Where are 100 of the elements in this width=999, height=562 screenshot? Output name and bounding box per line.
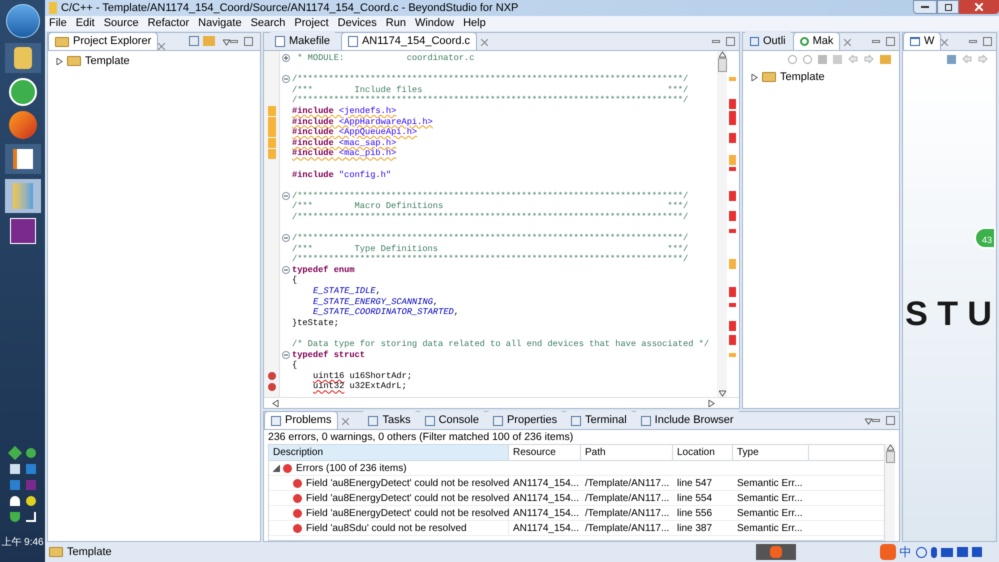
table-cell[interactable]: line 387 (673, 520, 733, 536)
minimize-button[interactable] (913, 0, 937, 14)
close-icon[interactable] (481, 39, 488, 46)
collapse-icon[interactable] (282, 234, 290, 242)
pane-tab[interactable]: W (903, 32, 942, 50)
emoji-icon[interactable] (916, 546, 927, 558)
menu-item[interactable]: Source (104, 15, 139, 32)
table-cell[interactable]: line 554 (673, 490, 733, 506)
clock[interactable]: 上午 9:46 (1, 535, 44, 550)
browser-icon[interactable] (8, 111, 36, 139)
pane-tab[interactable]: AN1174_154_Coord.c (340, 32, 478, 50)
table-cell[interactable]: Field 'au8Sdu' could not be resolved (306, 520, 467, 536)
view-menu-icon[interactable] (223, 39, 230, 46)
minimize-icon[interactable] (230, 40, 238, 43)
expand-icon[interactable] (282, 54, 290, 62)
menu-item[interactable]: Project (294, 15, 329, 32)
scroll-up-icon[interactable] (886, 444, 894, 451)
scroll-right-icon[interactable] (708, 400, 715, 406)
app-icon[interactable] (4, 144, 40, 174)
folder-icon[interactable] (4, 43, 40, 73)
restore-button[interactable] (937, 0, 959, 14)
close-button[interactable] (959, 0, 999, 14)
collapse-icon[interactable] (282, 266, 290, 274)
pane-tab[interactable]: Makefile (268, 32, 337, 50)
menu-item[interactable]: File (49, 15, 67, 32)
collapse-icon[interactable] (282, 75, 290, 84)
close-icon[interactable] (844, 39, 852, 46)
scroll-up-icon[interactable] (718, 51, 726, 58)
ime-logo-icon[interactable] (880, 544, 896, 560)
table-cell[interactable]: AN1174_154... (509, 520, 581, 536)
maximize-icon[interactable] (726, 37, 735, 46)
table-cell[interactable]: line 547 (673, 476, 733, 490)
scroll-left-icon[interactable] (272, 400, 279, 406)
table-cell[interactable]: Field 'au8EnergyDetect' could not be resolved (306, 476, 510, 490)
collapse-all-icon[interactable] (189, 36, 200, 46)
table-cell[interactable]: line 556 (673, 506, 733, 520)
tree-item[interactable]: Template (85, 52, 130, 70)
scrollbar-thumb[interactable] (886, 451, 894, 463)
expand-arrow-icon[interactable] (751, 74, 758, 80)
menu-item[interactable]: Edit (76, 15, 95, 32)
pane-tab[interactable]: Include Browser (634, 411, 741, 429)
minimize-icon[interactable] (872, 419, 880, 422)
collapse-icon[interactable] (282, 192, 290, 200)
close-icon[interactable] (342, 418, 350, 425)
column-header[interactable]: Resource (509, 445, 581, 460)
pane-tab[interactable]: Properties (486, 411, 564, 429)
shield-icon[interactable] (10, 512, 20, 522)
scroll-down-icon[interactable] (718, 390, 726, 397)
ime-language[interactable]: 中 (900, 543, 912, 561)
maximize-icon[interactable] (244, 37, 254, 46)
scrollbar-thumb[interactable] (718, 58, 726, 72)
minimize-icon[interactable] (969, 40, 977, 43)
pane-tab[interactable]: Tasks (361, 411, 418, 429)
close-icon[interactable] (941, 39, 948, 46)
menu-item[interactable]: Navigate (198, 15, 242, 32)
view-menu-icon[interactable] (865, 418, 872, 425)
close-icon (975, 3, 983, 11)
table-cell[interactable]: /Template/AN117... (581, 490, 673, 506)
table-cell[interactable]: AN1174_154... (509, 490, 581, 506)
maximize-icon[interactable] (983, 37, 992, 46)
pane-tab[interactable]: Terminal (564, 411, 634, 429)
minimize-icon[interactable] (872, 40, 880, 43)
column-header[interactable]: Path (581, 445, 673, 460)
table-cell[interactable]: Semantic Err... (733, 476, 809, 490)
menu-item[interactable]: Devices (338, 15, 377, 32)
table-cell[interactable]: AN1174_154... (509, 506, 581, 520)
table-cell[interactable]: /Template/AN117... (581, 476, 673, 490)
menu-item[interactable]: Window (414, 15, 454, 32)
table-cell[interactable]: /Template/AN117... (581, 506, 673, 520)
start-orb-icon[interactable] (6, 4, 40, 38)
code-line: E_STATE_ENERGY_SCANNING, (312, 296, 438, 308)
tree-item[interactable]: Template (780, 68, 825, 86)
pane-tab[interactable]: Project Explorer (48, 32, 158, 50)
table-cell[interactable]: Semantic Err... (733, 490, 809, 506)
column-header[interactable]: Location (673, 445, 733, 460)
pane-tab[interactable]: Problems (264, 411, 338, 429)
table-cell[interactable]: Semantic Err... (733, 520, 809, 536)
maximize-icon[interactable] (886, 416, 895, 425)
table-cell[interactable]: Field 'au8EnergyDetect' could not be resolved (306, 490, 510, 506)
close-icon[interactable] (158, 43, 166, 50)
table-cell[interactable]: /Template/AN117... (581, 520, 673, 536)
group-label[interactable]: Errors (100 of 236 items) (296, 460, 407, 476)
pane-tab[interactable]: Console (418, 411, 486, 429)
ime-toolbar[interactable] (756, 544, 796, 560)
menu-item[interactable]: Run (386, 15, 406, 32)
minimize-icon[interactable] (712, 40, 720, 43)
expand-arrow-icon[interactable] (56, 58, 63, 64)
menu-item[interactable]: Refactor (148, 15, 190, 32)
table-cell[interactable]: Semantic Err... (733, 506, 809, 520)
refresh-icon[interactable] (8, 78, 36, 106)
table-cell[interactable]: Field 'au8EnergyDetect' could not be resolved (306, 506, 510, 520)
menu-item[interactable]: Help (463, 15, 486, 32)
collapse-icon[interactable] (282, 350, 290, 359)
menu-item[interactable]: Search (250, 15, 286, 32)
column-header[interactable]: Description (269, 445, 509, 460)
pane-tab[interactable]: Mak (792, 32, 840, 50)
table-cell[interactable]: AN1174_154... (509, 476, 581, 490)
column-header[interactable]: Type (733, 445, 809, 460)
maximize-icon[interactable] (886, 37, 895, 46)
expand-arrow-icon[interactable] (272, 464, 280, 472)
